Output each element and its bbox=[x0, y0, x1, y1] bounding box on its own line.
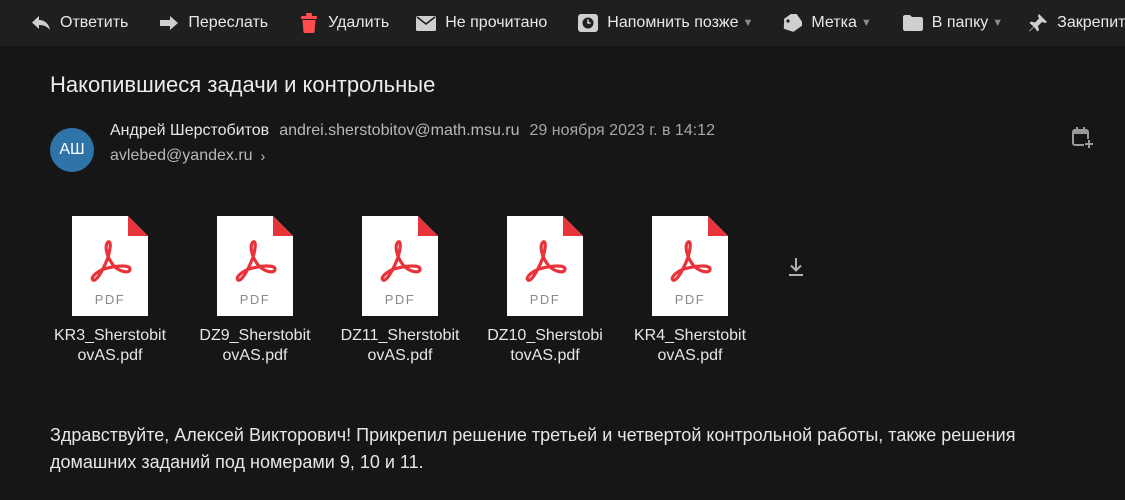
delete-label: Удалить bbox=[328, 14, 390, 31]
attachment-item[interactable]: PDF KR3_SherstobitovAS.pdf bbox=[45, 216, 175, 366]
reply-label: Ответить bbox=[60, 14, 129, 31]
chevron-down-icon: ▼ bbox=[742, 17, 754, 29]
pdf-icon: PDF bbox=[507, 216, 583, 316]
file-type-label: PDF bbox=[94, 292, 126, 307]
message-date: 29 ноября 2023 г. в 14:12 bbox=[529, 122, 715, 139]
attachment-filename: KR3_SherstobitovAS.pdf bbox=[53, 327, 167, 364]
file-type-label: PDF bbox=[529, 292, 561, 307]
download-icon bbox=[787, 257, 805, 282]
file-type-label: PDF bbox=[239, 292, 271, 307]
attachment-item[interactable]: PDF KR4_SherstobitovAS.pdf bbox=[625, 216, 755, 366]
label-button[interactable]: Метка ▼ bbox=[781, 0, 872, 46]
calendar-add-icon bbox=[1072, 126, 1094, 154]
forward-label: Переслать bbox=[188, 14, 269, 31]
remind-later-label: Напомнить позже bbox=[607, 14, 739, 31]
pin-button[interactable]: Закрепить bbox=[1027, 0, 1125, 46]
folder-icon bbox=[902, 13, 924, 33]
message-subject: Накопившиеся задачи и контрольные bbox=[50, 72, 436, 97]
trash-icon bbox=[298, 13, 320, 33]
avatar[interactable]: АШ bbox=[50, 128, 94, 172]
pdf-icon: PDF bbox=[652, 216, 728, 316]
forward-icon bbox=[158, 13, 180, 33]
reply-icon bbox=[30, 13, 52, 33]
chevron-down-icon: ▼ bbox=[860, 17, 872, 29]
sender-name[interactable]: Андрей Шерстобитов bbox=[110, 122, 269, 140]
delete-button[interactable]: Удалить bbox=[298, 0, 389, 46]
download-all-button[interactable] bbox=[785, 257, 807, 282]
forward-button[interactable]: Переслать bbox=[158, 0, 268, 46]
reply-button[interactable]: Ответить bbox=[30, 0, 128, 46]
add-to-calendar-button[interactable] bbox=[1071, 126, 1095, 154]
attachment-item[interactable]: PDF DZ11_SherstobitovAS.pdf bbox=[335, 216, 465, 366]
file-type-label: PDF bbox=[384, 292, 416, 307]
attachment-filename: DZ10_SherstobitovAS.pdf bbox=[487, 327, 603, 364]
envelope-icon bbox=[415, 13, 437, 33]
attachment-filename: DZ11_SherstobitovAS.pdf bbox=[340, 327, 460, 364]
pdf-icon: PDF bbox=[362, 216, 438, 316]
message-toolbar: Ответить Переслать Удалить Не прочитано … bbox=[0, 0, 1125, 46]
attachment-item[interactable]: PDF DZ9_SherstobitovAS.pdf bbox=[190, 216, 320, 366]
chevron-down-icon: ▼ bbox=[992, 17, 1004, 29]
move-to-folder-button[interactable]: В папку ▼ bbox=[902, 0, 1003, 46]
pdf-icon: PDF bbox=[217, 216, 293, 316]
clock-icon bbox=[577, 13, 599, 33]
remind-later-button[interactable]: Напомнить позже ▼ bbox=[577, 0, 753, 46]
recipient-email[interactable]: avlebed@yandex.ru bbox=[110, 147, 253, 165]
attachment-filename: KR4_SherstobitovAS.pdf bbox=[633, 327, 747, 364]
message-view: Накопившиеся задачи и контрольные АШ Анд… bbox=[0, 46, 1125, 500]
label-label: Метка bbox=[811, 14, 857, 31]
pin-label: Закрепить bbox=[1057, 14, 1125, 31]
to-folder-label: В папку bbox=[931, 14, 989, 31]
unread-label: Не прочитано bbox=[445, 14, 548, 31]
sender-line: Андрей Шерстобитов andrei.sherstobitov@m… bbox=[110, 122, 715, 140]
chevron-right-icon: › bbox=[260, 148, 266, 164]
file-type-label: PDF bbox=[674, 292, 706, 307]
sender-email[interactable]: andrei.sherstobitov@math.msu.ru bbox=[279, 122, 519, 140]
pdf-icon: PDF bbox=[72, 216, 148, 316]
mark-unread-button[interactable]: Не прочитано bbox=[415, 0, 547, 46]
tag-icon bbox=[781, 13, 803, 33]
attachment-item[interactable]: PDF DZ10_SherstobitovAS.pdf bbox=[480, 216, 610, 366]
pin-icon bbox=[1027, 13, 1049, 33]
message-body: Здравствуйте, Алексей Викторович! Прикре… bbox=[50, 425, 1016, 472]
attachment-filename: DZ9_SherstobitovAS.pdf bbox=[199, 327, 311, 364]
recipient-line[interactable]: avlebed@yandex.ru › bbox=[110, 147, 265, 165]
